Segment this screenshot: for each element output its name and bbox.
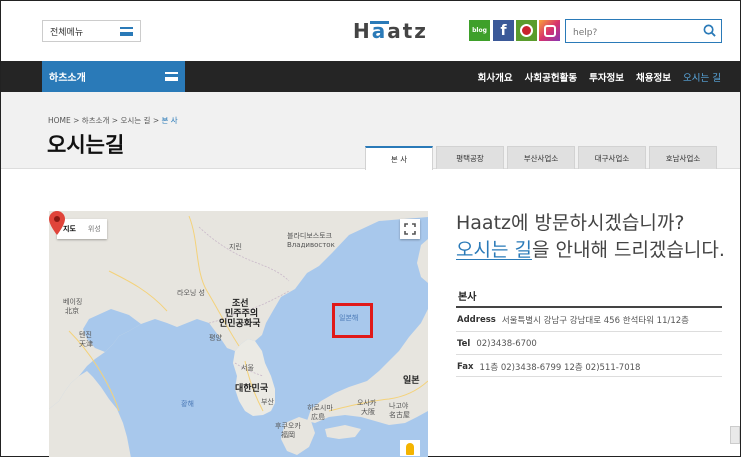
page-title: 오시는길	[47, 133, 125, 157]
search-icon[interactable]	[703, 24, 716, 37]
map-label-yellow-sea: 황해	[181, 400, 194, 408]
location-map[interactable]: 지도 위성 지린 블라디보스토크 Владивосток 라오닝 성 조선 민주…	[49, 211, 428, 457]
map-label-beijing: 베이징	[63, 298, 83, 306]
fullscreen-button[interactable]	[400, 219, 420, 239]
highlight-annotation-box	[332, 303, 373, 338]
map-label-hiroshima-jp: 広島	[311, 413, 325, 421]
tab-headquarters[interactable]: 본 사	[365, 146, 433, 170]
search-input[interactable]	[566, 22, 694, 44]
fullscreen-icon	[404, 223, 416, 235]
nav-link-investor-info[interactable]: 투자정보	[589, 70, 624, 84]
map-label-vladivostok-ru: Владивосток	[287, 241, 335, 249]
map-label-osaka-jp: 大阪	[361, 408, 375, 416]
tel-label: Tel	[457, 338, 471, 349]
map-label-hiroshima: 히로시마	[307, 404, 333, 412]
divider	[456, 376, 722, 377]
tab-daegu-office[interactable]: 대구사업소	[578, 146, 646, 169]
address-row: Address 서울특별시 강남구 강남대로 456 한석타워 11/12층	[456, 308, 722, 332]
hamburger-icon	[165, 72, 178, 81]
nav-links: 회사개요 사회공헌활동 투자정보 채용정보 오시는 길	[478, 61, 721, 92]
nav-link-company-overview[interactable]: 회사개요	[478, 70, 513, 84]
tab-busan-office[interactable]: 부산사업소	[507, 146, 575, 169]
fax-value: 11층 02)3438-6799 12층 02)511-7018	[479, 362, 641, 373]
address-value: 서울특별시 강남구 강남대로 456 한석타워 11/12층	[501, 316, 689, 326]
map-label-pyongyang: 평양	[209, 334, 222, 342]
nav-link-social-contribution[interactable]: 사회공헌활동	[525, 70, 577, 84]
nav-link-careers[interactable]: 채용정보	[636, 70, 671, 84]
breadcrumb: HOME > 하츠소개 > 오시는 길 > 본 사	[48, 115, 178, 126]
map-label-tianjin: 텐진	[79, 331, 92, 339]
facebook-icon[interactable]: f	[493, 20, 514, 41]
map-label-jilin: 지린	[229, 243, 242, 251]
map-label-tianjin-cn: 天津	[79, 340, 93, 348]
satellite-view-button[interactable]: 위성	[82, 219, 107, 239]
map-label-fukuoka-jp: 福岡	[281, 431, 295, 439]
map-label-japan: 일본	[403, 376, 420, 386]
map-label-vladivostok: 블라디보스토크	[287, 232, 333, 240]
map-label-liaoning: 라오닝 성	[177, 289, 205, 297]
location-tabs: 본 사 평택공장 부산사업소 대구사업소 호남사업소	[365, 146, 717, 170]
map-label-busan: 부산	[261, 398, 274, 406]
map-label-nagoya-jp: 名古屋	[389, 411, 410, 419]
tel-row: Tel 02)3438-6700	[456, 331, 722, 355]
address-label: Address	[457, 315, 496, 325]
section-menu-label: 하츠소개	[49, 73, 86, 84]
scroll-to-top-button[interactable]	[730, 426, 740, 444]
greeting-line-1: Haatz에 방문하시겠습니까?	[456, 212, 685, 234]
map-label-nagoya: 나고야	[389, 402, 409, 410]
top-header: 전체메뉴 Ha atz blog f	[1, 1, 740, 61]
tab-honam-office[interactable]: 호남사업소	[649, 146, 717, 169]
map-label-beijing-cn: 北京	[65, 307, 79, 315]
all-menu-label: 전체메뉴	[50, 27, 84, 38]
fax-label: Fax	[457, 361, 474, 372]
haatz-logo[interactable]: Ha atz	[353, 17, 428, 43]
breadcrumb-current: 본 사	[161, 116, 178, 125]
fax-row: Fax 11층 02)3438-6799 12층 02)511-7018	[456, 354, 722, 378]
all-menu-button[interactable]: 전체메뉴	[42, 20, 141, 42]
greeting-rest: 을 안내해 드리겠습니다.	[531, 239, 725, 261]
map-label-fukuoka: 후쿠오카	[275, 422, 301, 430]
map-label-korea: 대한민국	[235, 384, 269, 394]
greeting-line-2: 오시는 길을 안내해 드리겠습니다.	[456, 235, 725, 262]
tel-value: 02)3438-6700	[476, 338, 537, 349]
instagram-icon[interactable]	[539, 20, 560, 41]
greeting-highlight: 오시는 길	[456, 239, 532, 261]
location-pin-icon[interactable]	[49, 211, 65, 235]
street-view-pegman-icon[interactable]	[400, 440, 420, 456]
breadcrumb-path: HOME > 하츠소개 > 오시는 길 >	[48, 116, 162, 125]
page-header: HOME > 하츠소개 > 오시는 길 > 본 사 오시는길 본 사 평택공장 …	[1, 92, 740, 170]
map-label-seoul: 서울	[241, 364, 254, 372]
pinterest-icon[interactable]	[516, 20, 537, 41]
search-box	[565, 19, 722, 44]
tab-pyeongtaek-factory[interactable]: 평택공장	[436, 146, 504, 169]
hamburger-icon	[120, 27, 133, 36]
blog-icon[interactable]: blog	[469, 20, 490, 41]
nav-link-directions[interactable]: 오시는 길	[683, 70, 721, 84]
map-label-dprk-3: 인민공화국	[219, 319, 261, 329]
section-menu-button[interactable]: 하츠소개	[42, 61, 185, 92]
office-title: 본사	[458, 292, 477, 303]
map-label-osaka: 오사카	[357, 399, 377, 407]
main-nav: 하츠소개 회사개요 사회공헌활동 투자정보 채용정보 오시는 길	[1, 61, 740, 92]
